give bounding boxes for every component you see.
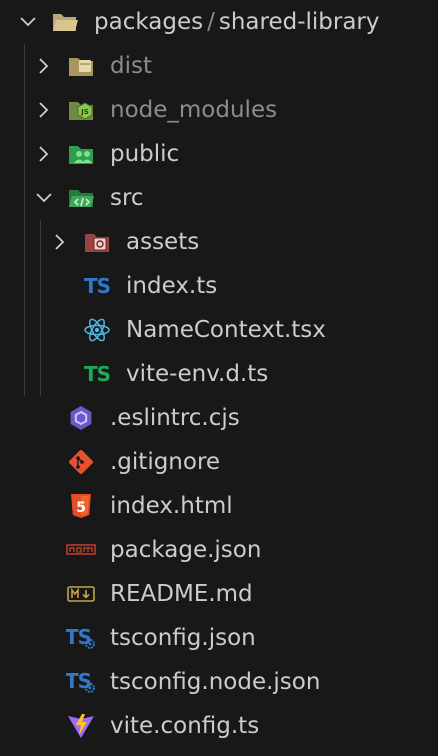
root-subfolder-name: shared-library	[218, 9, 380, 35]
tree-item-label: index.html	[110, 493, 233, 519]
root-folder-name: packages	[94, 9, 204, 35]
tree-item-label: assets	[126, 229, 200, 255]
tree-item-assets[interactable]: assets	[0, 220, 438, 264]
folder-dist-icon	[66, 51, 96, 81]
markdown-icon	[66, 579, 96, 609]
chevron-right-icon[interactable]	[50, 232, 70, 252]
tree-item-public[interactable]: public	[0, 132, 438, 176]
tree-item-package-json[interactable]: package.json	[0, 528, 438, 572]
tree-item-label: .eslintrc.cjs	[110, 405, 240, 431]
chevron-right-icon[interactable]	[34, 144, 54, 164]
tree-item-label: vite-env.d.ts	[126, 361, 269, 387]
tree-item-tsconfig-node-json[interactable]: TS tsconfig.node.json	[0, 660, 438, 704]
svg-text:JS: JS	[80, 108, 89, 116]
tree-item-label: README.md	[110, 581, 253, 607]
tree-item-gitignore[interactable]: .gitignore	[0, 440, 438, 484]
tree-item-src[interactable]: src	[0, 176, 438, 220]
chevron-down-icon[interactable]	[34, 188, 54, 208]
git-icon	[66, 447, 96, 477]
svg-text:TS: TS	[84, 274, 110, 298]
npm-icon	[66, 535, 96, 565]
tree-item-label: .gitignore	[110, 449, 221, 475]
vite-icon	[66, 711, 96, 741]
tree-item-eslintrc[interactable]: .eslintrc.cjs	[0, 396, 438, 440]
tree-item-index-html[interactable]: 5 index.html	[0, 484, 438, 528]
tree-item-readme[interactable]: README.md	[0, 572, 438, 616]
path-separator: /	[207, 9, 215, 35]
tree-item-name-context-tsx[interactable]: NameContext.tsx	[0, 308, 438, 352]
file-explorer-tree: packages / shared-library dist JS node_m…	[0, 0, 438, 756]
tree-item-label: dist	[110, 53, 152, 79]
folder-src-open-icon	[66, 183, 96, 213]
tree-item-label: package.json	[110, 537, 262, 563]
tree-item-node-modules[interactable]: JS node_modules	[0, 88, 438, 132]
tree-item-label: node_modules	[110, 97, 278, 123]
folder-assets-icon	[82, 227, 112, 257]
chevron-right-icon[interactable]	[34, 56, 54, 76]
typescript-definition-icon: TS	[82, 359, 112, 389]
tree-item-label: tsconfig.json	[110, 625, 256, 651]
tree-item-label: NameContext.tsx	[126, 317, 326, 343]
tree-item-label: packages / shared-library	[94, 0, 380, 44]
tree-item-vite-config-ts[interactable]: vite.config.ts	[0, 704, 438, 748]
tree-item-index-ts[interactable]: TS index.ts	[0, 264, 438, 308]
svg-text:5: 5	[76, 500, 86, 516]
folder-public-icon	[66, 139, 96, 169]
svg-text:TS: TS	[84, 362, 110, 386]
folder-node-icon: JS	[66, 95, 96, 125]
tree-item-tsconfig-json[interactable]: TS tsconfig.json	[0, 616, 438, 660]
tree-item-label: public	[110, 141, 180, 167]
tree-item-vite-env-d-ts[interactable]: TS vite-env.d.ts	[0, 352, 438, 396]
tree-item-label: tsconfig.node.json	[110, 669, 321, 695]
tsconfig-icon: TS	[66, 623, 96, 653]
tsconfig-icon: TS	[66, 667, 96, 697]
chevron-right-icon[interactable]	[34, 100, 54, 120]
html5-icon: 5	[66, 491, 96, 521]
react-file-icon	[82, 315, 112, 345]
tree-item-label: src	[110, 185, 144, 211]
tree-item-label: vite.config.ts	[110, 713, 260, 739]
tree-item-label: index.ts	[126, 273, 218, 299]
chevron-down-icon[interactable]	[18, 12, 38, 32]
folder-open-icon	[50, 7, 80, 37]
eslint-icon	[66, 403, 96, 433]
tree-item-dist[interactable]: dist	[0, 44, 438, 88]
tree-item-packages-shared-library[interactable]: packages / shared-library	[0, 0, 438, 44]
typescript-file-icon: TS	[82, 271, 112, 301]
